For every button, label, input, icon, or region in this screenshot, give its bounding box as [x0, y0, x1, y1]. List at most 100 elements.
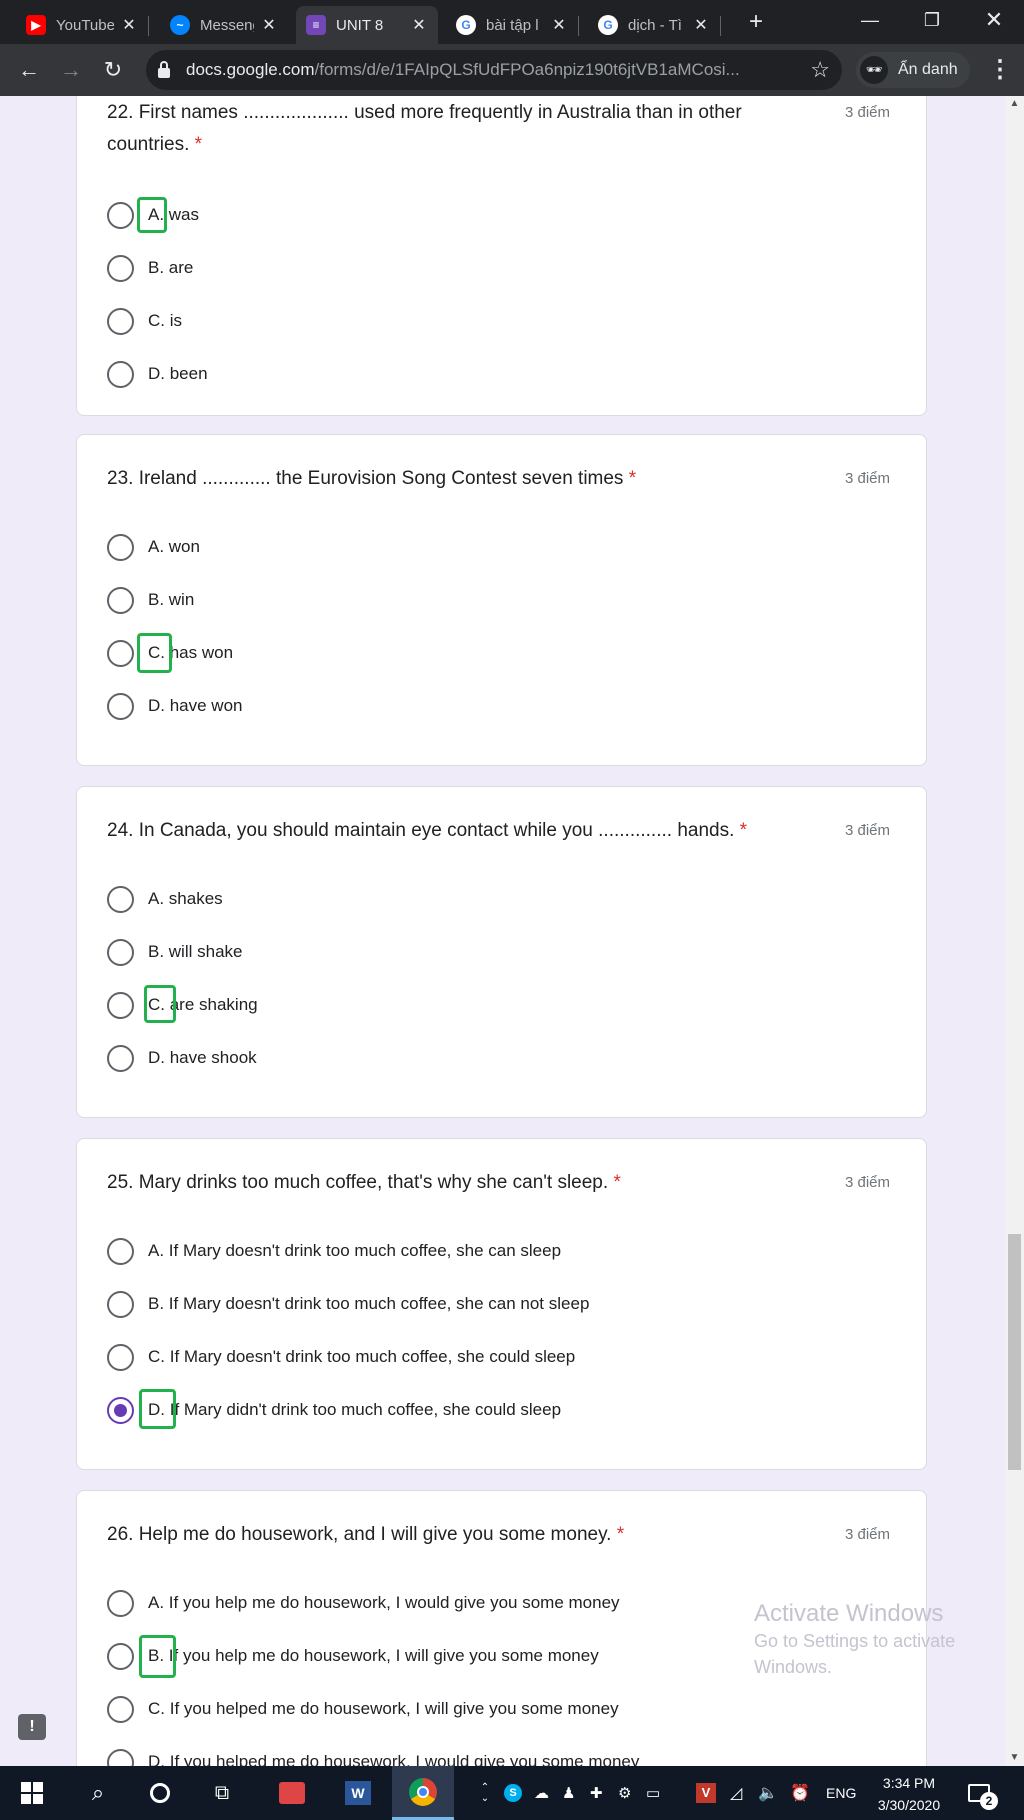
close-icon[interactable]: ✕: [260, 15, 278, 35]
tab-messenger[interactable]: ~ Messenger ✕: [160, 6, 288, 44]
option-b[interactable]: B. are: [107, 252, 193, 284]
option-b[interactable]: B. win: [107, 584, 194, 616]
volume-icon[interactable]: 🔈: [758, 1766, 778, 1820]
radio-button[interactable]: [107, 586, 134, 614]
question-points: 3 điểm: [845, 1174, 891, 1191]
page-scrollbar[interactable]: ▲ ▼: [1005, 96, 1024, 1766]
window-close-button[interactable]: ✕: [966, 0, 1022, 40]
answer-highlight-box: [137, 633, 172, 673]
tray-expand-icon[interactable]: ⌃ ⌄: [478, 1766, 492, 1820]
skype-icon[interactable]: S: [504, 1766, 522, 1820]
cortana-icon[interactable]: [132, 1766, 188, 1820]
incognito-profile-button[interactable]: 🕶 Ẩn danh: [856, 52, 970, 88]
question-points: 3 điểm: [845, 1526, 891, 1543]
radio-button[interactable]: [107, 1290, 134, 1318]
clock-date: 3/30/2020: [877, 1797, 941, 1813]
back-button[interactable]: ←: [14, 55, 44, 85]
scrollbar-thumb[interactable]: [1008, 1234, 1021, 1470]
url-path: /forms/d/e/1FAIpQLSfUdFPOa6npiz190t6jtVB…: [314, 60, 740, 79]
question-title: 24. In Canada, you should maintain eye c…: [107, 820, 748, 841]
radio-button[interactable]: [107, 1748, 134, 1766]
option-b[interactable]: B. If Mary doesn't drink too much coffee…: [107, 1288, 589, 1320]
option-d[interactable]: D. been: [107, 358, 208, 390]
close-icon[interactable]: ✕: [410, 15, 428, 35]
option-label: B. win: [148, 590, 195, 609]
reload-button[interactable]: ↻: [98, 55, 128, 85]
tray-app-icon[interactable]: ☁: [534, 1766, 549, 1820]
action-center-icon[interactable]: 2: [968, 1766, 998, 1820]
option-label: A. shakes: [148, 889, 223, 908]
option-d[interactable]: D. have won: [107, 690, 243, 722]
radio-button[interactable]: [107, 991, 134, 1019]
tab-title: bài tập l: [486, 16, 539, 34]
radio-button[interactable]: [107, 360, 134, 388]
radio-button[interactable]: [107, 533, 134, 561]
option-c[interactable]: C. If Mary doesn't drink too much coffee…: [107, 1341, 575, 1373]
option-d[interactable]: D. If you helped me do housework, I woul…: [107, 1746, 639, 1766]
radio-button[interactable]: [107, 692, 134, 720]
task-view-icon[interactable]: ⧉: [194, 1766, 250, 1820]
minimize-button[interactable]: —: [842, 0, 898, 40]
scroll-up-arrow[interactable]: ▲: [1005, 96, 1024, 112]
question-title: 22. First names .................... use…: [107, 102, 742, 155]
forms-icon: ≡: [306, 15, 326, 35]
radio-button[interactable]: [107, 1237, 134, 1265]
wifi-icon[interactable]: ◿: [730, 1766, 742, 1820]
watermark-text: Windows.: [754, 1657, 833, 1677]
new-tab-button[interactable]: +: [742, 8, 770, 36]
tray-app-icon[interactable]: ✚: [590, 1766, 603, 1820]
option-a[interactable]: A. won: [107, 531, 200, 563]
radio-button[interactable]: [107, 1343, 134, 1371]
bookmark-star-icon[interactable]: ☆: [810, 57, 830, 83]
option-b[interactable]: B. will shake: [107, 936, 242, 968]
radio-button-selected[interactable]: [107, 1396, 134, 1424]
tray-app-icon[interactable]: ⚙: [618, 1766, 631, 1820]
answer-highlight-box: [137, 197, 167, 233]
tab-unit-8[interactable]: ≡ UNIT 8 ✕: [296, 6, 438, 44]
option-a[interactable]: A. If you help me do housework, I would …: [107, 1587, 620, 1619]
battery-icon[interactable]: ▭: [646, 1766, 660, 1820]
option-b[interactable]: B. If you help me do housework, I will g…: [107, 1640, 599, 1672]
report-feedback-icon[interactable]: !: [18, 1714, 46, 1740]
tray-app-icon[interactable]: V: [696, 1766, 716, 1820]
alarm-icon[interactable]: ⏰: [790, 1766, 810, 1820]
taskbar-clock[interactable]: 3:34 PM 3/30/2020: [866, 1772, 952, 1816]
option-a[interactable]: A. shakes: [107, 883, 223, 915]
answer-highlight-box: [139, 1635, 176, 1678]
option-c[interactable]: C. are shaking: [107, 989, 258, 1021]
tray-app-icon[interactable]: ♟: [562, 1766, 575, 1820]
scroll-down-arrow[interactable]: ▼: [1005, 1750, 1024, 1766]
word-icon[interactable]: W: [328, 1766, 388, 1820]
radio-button[interactable]: [107, 254, 134, 282]
radio-button[interactable]: [107, 639, 134, 667]
option-a[interactable]: A. If Mary doesn't drink too much coffee…: [107, 1235, 561, 1267]
radio-button[interactable]: [107, 1642, 134, 1670]
radio-button[interactable]: [107, 1044, 134, 1072]
close-icon[interactable]: ✕: [120, 15, 138, 35]
radio-button[interactable]: [107, 938, 134, 966]
tab-bai-tap[interactable]: G bài tập l ✕: [446, 6, 579, 44]
chrome-icon[interactable]: [392, 1766, 454, 1820]
search-icon[interactable]: ⌕: [70, 1766, 126, 1820]
question-title: 26. Help me do housework, and I will giv…: [107, 1524, 625, 1545]
language-indicator[interactable]: ENG: [826, 1766, 856, 1820]
app-icon[interactable]: [262, 1766, 322, 1820]
browser-menu-icon[interactable]: ⋮: [988, 55, 1012, 85]
restore-button[interactable]: ❐: [904, 0, 960, 40]
close-icon[interactable]: ✕: [692, 15, 710, 35]
close-icon[interactable]: ✕: [550, 15, 568, 35]
radio-button[interactable]: [107, 1589, 134, 1617]
address-bar[interactable]: docs.google.com /forms/d/e/1FAIpQLSfUdFP…: [146, 50, 842, 90]
option-c[interactable]: C. is: [107, 305, 182, 337]
radio-button[interactable]: [107, 307, 134, 335]
radio-button[interactable]: [107, 201, 134, 229]
tab-youtube[interactable]: ▶ YouTube ✕: [16, 6, 149, 44]
option-d[interactable]: D. have shook: [107, 1042, 257, 1074]
option-c[interactable]: C. If you helped me do housework, I will…: [107, 1693, 619, 1725]
radio-button[interactable]: [107, 1695, 134, 1723]
tab-dich[interactable]: G dịch - Tì ✕: [588, 6, 721, 44]
forward-button[interactable]: →: [56, 55, 86, 85]
radio-button[interactable]: [107, 885, 134, 913]
question-title: 25. Mary drinks too much coffee, that's …: [107, 1172, 621, 1193]
start-button[interactable]: [0, 1766, 64, 1820]
